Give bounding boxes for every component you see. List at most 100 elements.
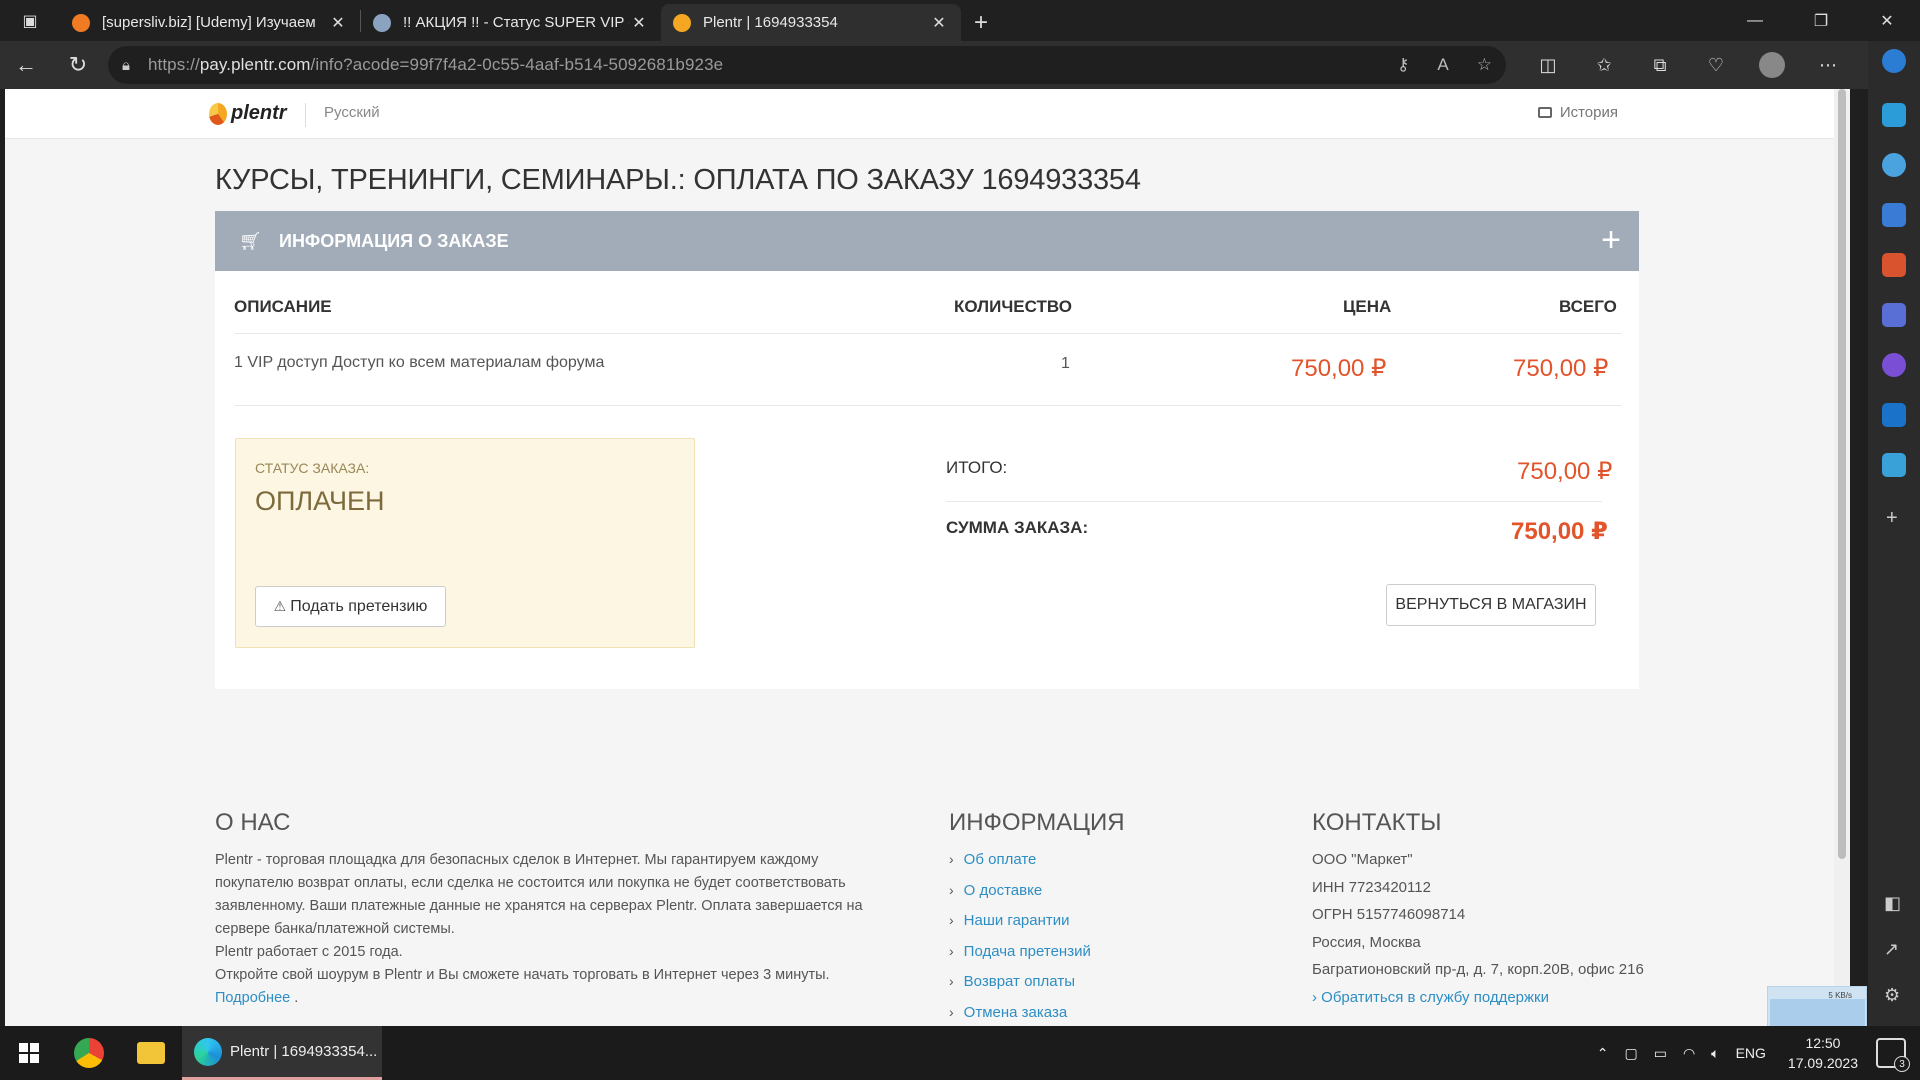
back-to-shop-button[interactable]: ВЕРНУТЬСЯ В МАГАЗИН bbox=[1386, 584, 1596, 626]
copilot-icon[interactable] bbox=[1882, 353, 1906, 377]
tab-supersliv[interactable]: [supersliv.biz] [Udemy] Изучаем ✕ bbox=[60, 4, 360, 41]
lock-icon: 🔒︎ bbox=[122, 56, 130, 74]
external-icon[interactable]: ↗ bbox=[1884, 939, 1899, 960]
tab-title: Plentr | 1694933354 bbox=[703, 14, 838, 31]
language-selector[interactable]: Русский bbox=[324, 104, 380, 121]
info-title: ИНФОРМАЦИЯ bbox=[949, 809, 1125, 836]
support-link-label: Обратиться в службу поддержки bbox=[1321, 988, 1549, 1006]
tab-plentr[interactable]: Plentr | 1694933354 ✕ bbox=[661, 4, 961, 41]
scrollbar-thumb[interactable] bbox=[1838, 89, 1846, 859]
read-aloud-icon[interactable]: A bbox=[1437, 55, 1448, 75]
history-link[interactable]: История bbox=[1537, 104, 1618, 121]
tools-icon[interactable] bbox=[1882, 253, 1906, 277]
warning-icon: ⚠ bbox=[273, 598, 287, 614]
meet-icon[interactable]: ▢ bbox=[1624, 1045, 1637, 1062]
profile-avatar[interactable] bbox=[1759, 52, 1785, 78]
claim-button[interactable]: ⚠ Подать претензию bbox=[255, 586, 446, 627]
page-scrollbar[interactable] bbox=[1834, 89, 1850, 1026]
clock-date: 17.09.2023 bbox=[1787, 1055, 1858, 1071]
about-more-link[interactable]: Подробнее bbox=[215, 990, 290, 1006]
collections-icon[interactable]: ⧉ bbox=[1632, 55, 1688, 76]
contact-line: Россия, Москва bbox=[1312, 933, 1421, 951]
chrome-taskbar-icon[interactable] bbox=[58, 1026, 120, 1080]
about-line: Plentr - торговая площадка для безопасны… bbox=[215, 852, 819, 868]
explorer-taskbar-icon[interactable] bbox=[120, 1026, 182, 1080]
contact-line: Багратионовский пр-д, д. 7, корп.20В, оф… bbox=[1312, 961, 1644, 978]
about-more-suffix: . bbox=[290, 990, 299, 1006]
new-tab-icon[interactable]: + bbox=[961, 4, 1001, 41]
expand-icon[interactable]: + bbox=[1601, 223, 1621, 257]
edge-sidebar: + ◧ ↗ ⚙ bbox=[1868, 41, 1920, 1026]
windows-icon bbox=[19, 1043, 39, 1063]
back-icon[interactable]: ← bbox=[0, 45, 52, 85]
settings-icon[interactable]: ⚙ bbox=[1884, 985, 1900, 1006]
search-icon[interactable] bbox=[1882, 153, 1906, 177]
add-icon[interactable]: + bbox=[1886, 507, 1898, 530]
column-total: ВСЕГО bbox=[1559, 297, 1617, 316]
edge-taskbar-window[interactable]: Plentr | 1694933354... bbox=[182, 1026, 382, 1080]
plentr-logo[interactable]: plentr bbox=[209, 102, 287, 125]
tag-icon[interactable] bbox=[1882, 203, 1906, 227]
info-link-label: Об оплате bbox=[963, 851, 1037, 868]
column-price: ЦЕНА bbox=[1343, 297, 1392, 316]
about-line: заявленному. Ваши платежные данные не хр… bbox=[215, 898, 863, 914]
performance-icon[interactable]: ♡ bbox=[1688, 55, 1744, 76]
tab-actions-icon[interactable]: ▣ bbox=[0, 0, 60, 41]
tab-title: [supersliv.biz] [Udemy] Изучаем bbox=[102, 14, 316, 31]
send-icon[interactable] bbox=[1882, 453, 1906, 477]
info-link[interactable]: › Возврат оплаты bbox=[949, 973, 1091, 1004]
order-panel-header[interactable]: 🛒︎ ИНФОРМАЦИЯ О ЗАКАЗЕ + bbox=[215, 211, 1639, 271]
tab-favicon bbox=[673, 13, 691, 32]
refresh-icon[interactable]: ↻ bbox=[52, 45, 104, 85]
favorites-icon[interactable]: ✩ bbox=[1576, 55, 1632, 76]
games-icon[interactable] bbox=[1882, 303, 1906, 327]
star-icon[interactable]: ☆ bbox=[1477, 55, 1492, 75]
sum-value: 750,00 ₽ bbox=[1511, 518, 1608, 545]
info-link-label: О доставке bbox=[963, 881, 1043, 899]
bell-icon[interactable] bbox=[1882, 103, 1906, 127]
about-more-line: Подробнее . bbox=[215, 987, 875, 1010]
tab-akciya[interactable]: !! АКЦИЯ !! - Статус SUPER VIP с ✕ bbox=[361, 4, 661, 41]
address-input[interactable]: 🔒︎ https://pay.plentr.com/info?acode=99f… bbox=[108, 46, 1506, 84]
info-link[interactable]: › Отмена заказа bbox=[949, 1004, 1091, 1027]
sum-label: СУММА ЗАКАЗА: bbox=[946, 518, 1089, 537]
more-icon[interactable]: ⋯ bbox=[1800, 55, 1856, 76]
battery-icon[interactable]: ▭ bbox=[1654, 1045, 1667, 1062]
key-icon[interactable]: ⚷ bbox=[1397, 55, 1409, 75]
close-window-icon[interactable]: ✕ bbox=[1854, 0, 1920, 41]
chevron-right-icon: › bbox=[949, 973, 954, 989]
support-link[interactable]: › Обратиться в службу поддержки bbox=[1312, 989, 1644, 1017]
chevron-up-icon[interactable]: ⌃ bbox=[1597, 1045, 1609, 1062]
close-icon[interactable]: ✕ bbox=[629, 13, 649, 33]
split-screen-icon[interactable]: ◫ bbox=[1520, 55, 1576, 76]
info-link[interactable]: › О доставке bbox=[949, 882, 1091, 913]
sidebar-layout-icon[interactable]: ◧ bbox=[1884, 893, 1901, 914]
close-icon[interactable]: ✕ bbox=[328, 13, 348, 33]
restore-icon[interactable]: ❐ bbox=[1788, 0, 1854, 41]
minimize-icon[interactable]: — bbox=[1722, 0, 1788, 41]
info-link[interactable]: › Наши гарантии bbox=[949, 912, 1091, 943]
chevron-right-icon: › bbox=[949, 851, 954, 867]
totals-divider bbox=[946, 501, 1602, 502]
omnibox-icons: ⚷ A ☆ bbox=[1397, 55, 1492, 75]
tab-favicon bbox=[72, 13, 90, 32]
clock[interactable]: 12:50 17.09.2023 bbox=[1788, 1033, 1858, 1073]
about-line: сервере банка/платежной системы. bbox=[215, 921, 455, 937]
outlook-icon[interactable] bbox=[1882, 403, 1906, 427]
bing-icon[interactable] bbox=[1882, 49, 1906, 73]
close-icon[interactable]: ✕ bbox=[929, 13, 949, 33]
wifi-icon[interactable]: ◠ bbox=[1683, 1045, 1695, 1062]
about-title: О НАС bbox=[215, 809, 291, 836]
info-link[interactable]: › Об оплате bbox=[949, 851, 1091, 882]
input-language[interactable]: ENG bbox=[1736, 1045, 1766, 1061]
info-link-label: Подача претензий bbox=[963, 942, 1091, 960]
order-panel-title: ИНФОРМАЦИЯ О ЗАКАЗЕ bbox=[279, 231, 509, 251]
notifications-icon[interactable]: 3 bbox=[1876, 1038, 1910, 1072]
volume-icon[interactable]: 🔈︎ bbox=[1711, 1045, 1719, 1062]
contact-line: ООО "Маркет" bbox=[1312, 851, 1413, 868]
start-button[interactable] bbox=[0, 1026, 58, 1080]
info-link[interactable]: › Подача претензий bbox=[949, 943, 1091, 974]
header-divider bbox=[305, 103, 306, 127]
item-price: 750,00 ₽ bbox=[1291, 355, 1387, 382]
contact-line: ИНН 7723420112 bbox=[1312, 878, 1431, 896]
